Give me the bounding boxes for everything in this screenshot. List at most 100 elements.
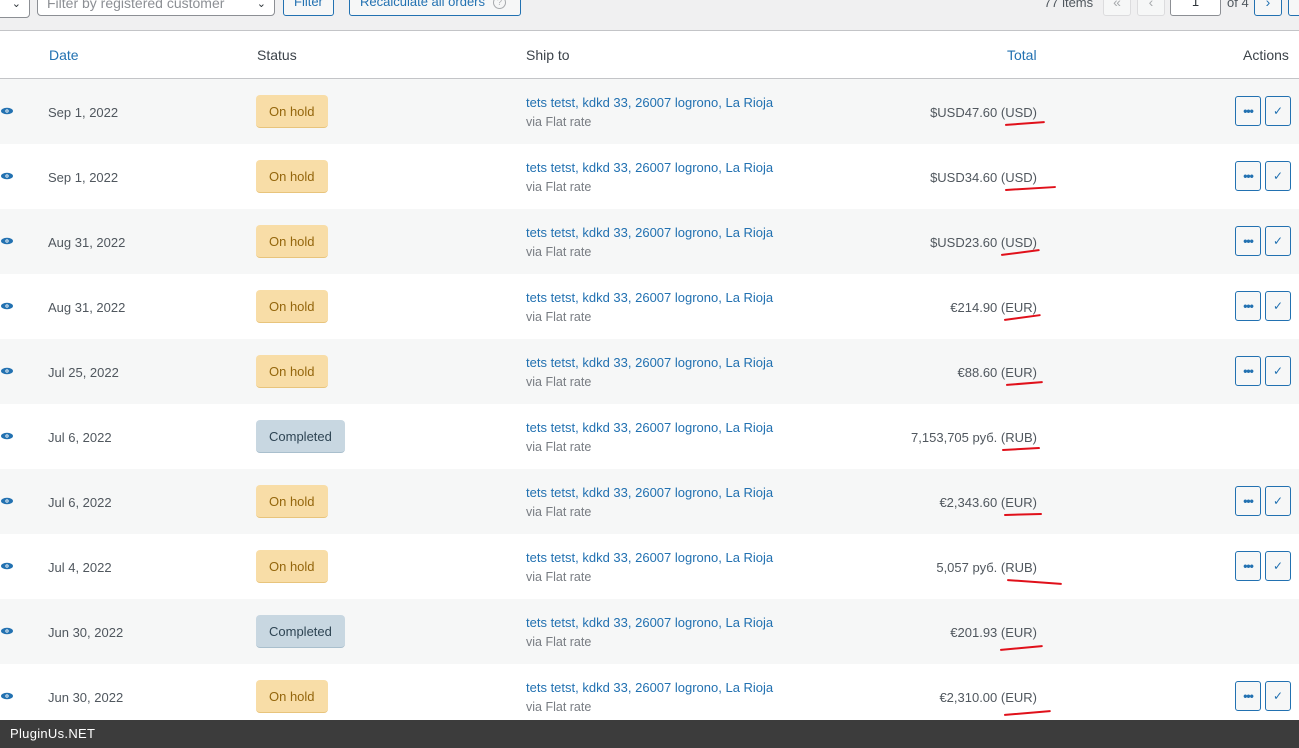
customer-filter-select[interactable]: Filter by registered customer ⌄ — [37, 0, 275, 16]
preview-eye-icon[interactable] — [1, 367, 13, 375]
shipping-method: via Flat rate — [526, 505, 592, 519]
ship-to-link[interactable]: tets tetst, kdkd 33, 26007 logrono, La R… — [526, 680, 773, 695]
table-row[interactable]: Sep 1, 2022 On hold tets tetst, kdkd 33, 2… — [0, 79, 1299, 144]
order-total: $USD47.60 (USD) — [930, 105, 1037, 120]
column-ship-to: Ship to — [526, 47, 570, 63]
order-total: $USD23.60 (USD) — [930, 235, 1037, 250]
column-date[interactable]: Date — [49, 47, 79, 63]
order-total: 5,057 руб. (RUB) — [936, 560, 1037, 575]
order-total: €201.93 (EUR) — [950, 625, 1037, 640]
table-row[interactable]: Jul 25, 2022 On hold tets tetst, kdkd 33, … — [0, 339, 1299, 404]
complete-order-button[interactable]: ✓ — [1265, 161, 1291, 191]
order-date: Jul 6, 2022 — [48, 495, 112, 510]
status-badge: On hold — [256, 160, 328, 193]
order-date: Jun 30, 2022 — [48, 625, 124, 640]
ship-to-link[interactable]: tets tetst, kdkd 33, 26007 logrono, La R… — [526, 550, 773, 565]
ship-to-link[interactable]: tets tetst, kdkd 33, 26007 logrono, La R… — [526, 355, 773, 370]
table-row[interactable]: Jun 30, 2022 Completed tets tetst, kdkd 33… — [0, 599, 1299, 664]
ship-to-link[interactable]: tets tetst, kdkd 33, 26007 logrono, La R… — [526, 95, 773, 110]
complete-order-button[interactable]: ✓ — [1265, 681, 1291, 711]
table-row[interactable]: Jul 6, 2022 On hold tets tetst, kdkd 33, 2… — [0, 469, 1299, 534]
shipping-method: via Flat rate — [526, 635, 592, 649]
complete-order-button[interactable]: ✓ — [1265, 551, 1291, 581]
complete-order-button[interactable]: ✓ — [1265, 96, 1291, 126]
table-row[interactable]: Jul 4, 2022 On hold tets tetst, kdkd 33, 2… — [0, 534, 1299, 599]
brand-label: PluginUs.NET — [10, 726, 96, 741]
more-actions-button[interactable]: ••• — [1235, 226, 1261, 256]
complete-order-button[interactable]: ✓ — [1265, 291, 1291, 321]
table-row[interactable]: Aug 31, 2022 On hold tets tetst, kdkd 33, … — [0, 274, 1299, 339]
order-date: Aug 31, 2022 — [48, 235, 126, 250]
more-actions-button[interactable]: ••• — [1235, 96, 1261, 126]
filter-button[interactable]: Filter — [283, 0, 334, 16]
ship-to-link[interactable]: tets tetst, kdkd 33, 26007 logrono, La R… — [526, 225, 773, 240]
preview-eye-icon[interactable] — [1, 302, 13, 310]
more-actions-button[interactable]: ••• — [1235, 291, 1261, 321]
more-actions-button[interactable]: ••• — [1235, 486, 1261, 516]
current-page-input[interactable]: 1 — [1170, 0, 1221, 16]
column-actions: Actions — [1243, 47, 1289, 63]
more-actions-button[interactable]: ••• — [1235, 161, 1261, 191]
recalculate-orders-button[interactable]: Recalculate all orders? — [349, 0, 521, 16]
order-total: 7,153,705 руб. (RUB) — [911, 430, 1037, 445]
status-badge: On hold — [256, 680, 328, 713]
order-date: Sep 1, 2022 — [48, 170, 119, 185]
preview-eye-icon[interactable] — [1, 562, 13, 570]
more-actions-button[interactable]: ••• — [1235, 356, 1261, 386]
help-icon[interactable]: ? — [493, 0, 507, 9]
status-badge: Completed — [256, 420, 345, 453]
table-row[interactable]: Aug 31, 2022 On hold tets tetst, kdkd 33, … — [0, 209, 1299, 274]
table-row[interactable]: Jul 6, 2022 Completed tets tetst, kdkd 33,… — [0, 404, 1299, 469]
chevron-down-icon: ⌄ — [256, 0, 266, 10]
shipping-method: via Flat rate — [526, 375, 592, 389]
column-status: Status — [257, 47, 297, 63]
bulk-action-select[interactable]: ⌄ — [0, 0, 30, 18]
status-badge: Completed — [256, 615, 345, 648]
order-date: Jul 4, 2022 — [48, 560, 112, 575]
prev-page-button[interactable]: ‹ — [1137, 0, 1165, 16]
status-badge: On hold — [256, 290, 328, 323]
preview-eye-icon[interactable] — [1, 237, 13, 245]
complete-order-button[interactable]: ✓ — [1265, 356, 1291, 386]
order-date: Jul 6, 2022 — [48, 430, 112, 445]
preview-eye-icon[interactable] — [1, 627, 13, 635]
total-pages: of 4 — [1227, 0, 1249, 10]
order-total: $USD34.60 (USD) — [930, 170, 1037, 185]
ship-to-link[interactable]: tets tetst, kdkd 33, 26007 logrono, La R… — [526, 420, 773, 435]
shipping-method: via Flat rate — [526, 570, 592, 584]
preview-eye-icon[interactable] — [1, 692, 13, 700]
items-count: 77 items — [1044, 0, 1094, 10]
status-badge: On hold — [256, 225, 328, 258]
next-page-button[interactable]: › — [1254, 0, 1282, 16]
shipping-method: via Flat rate — [526, 310, 592, 324]
customer-filter-placeholder: Filter by registered customer — [47, 0, 225, 11]
shipping-method: via Flat rate — [526, 245, 592, 259]
column-total[interactable]: Total — [1007, 47, 1037, 63]
ship-to-link[interactable]: tets tetst, kdkd 33, 26007 logrono, La R… — [526, 160, 773, 175]
shipping-method: via Flat rate — [526, 180, 592, 194]
first-page-button[interactable]: « — [1103, 0, 1131, 16]
orders-table: Date Status Ship to Total Actions Sep 1,… — [0, 30, 1299, 729]
ship-to-link[interactable]: tets tetst, kdkd 33, 26007 logrono, La R… — [526, 615, 773, 630]
tablenav-top: ⌄ Filter by registered customer ⌄ Filter… — [0, 0, 1299, 30]
order-date: Jun 30, 2022 — [48, 690, 124, 705]
order-date: Sep 1, 2022 — [48, 105, 119, 120]
more-actions-button[interactable]: ••• — [1235, 681, 1261, 711]
last-page-button[interactable] — [1288, 0, 1299, 16]
chevron-down-icon: ⌄ — [11, 0, 21, 10]
table-row[interactable]: Sep 1, 2022 On hold tets tetst, kdkd 33, 2… — [0, 144, 1299, 209]
preview-eye-icon[interactable] — [1, 172, 13, 180]
order-date: Jul 25, 2022 — [48, 365, 119, 380]
preview-eye-icon[interactable] — [1, 432, 13, 440]
ship-to-link[interactable]: tets tetst, kdkd 33, 26007 logrono, La R… — [526, 290, 773, 305]
complete-order-button[interactable]: ✓ — [1265, 486, 1291, 516]
status-badge: On hold — [256, 355, 328, 388]
ship-to-link[interactable]: tets tetst, kdkd 33, 26007 logrono, La R… — [526, 485, 773, 500]
status-badge: On hold — [256, 550, 328, 583]
complete-order-button[interactable]: ✓ — [1265, 226, 1291, 256]
preview-eye-icon[interactable] — [1, 497, 13, 505]
order-total: €2,343.60 (EUR) — [939, 495, 1037, 510]
status-badge: On hold — [256, 485, 328, 518]
preview-eye-icon[interactable] — [1, 107, 13, 115]
more-actions-button[interactable]: ••• — [1235, 551, 1261, 581]
